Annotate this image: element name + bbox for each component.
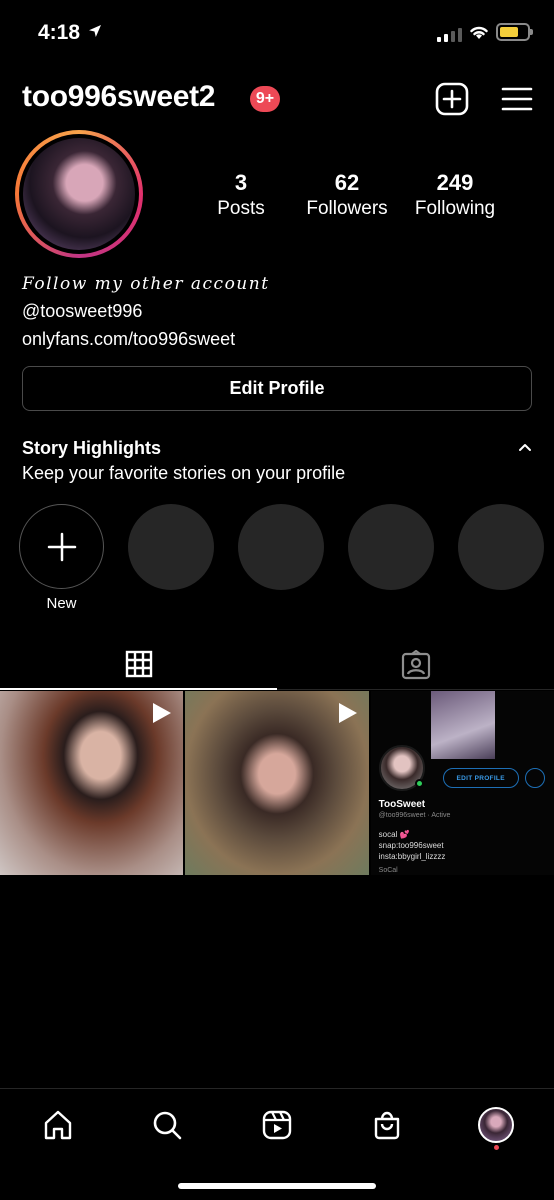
search-icon: [153, 1111, 182, 1140]
stat-value: 249: [436, 170, 474, 195]
stat-value: 62: [334, 170, 360, 195]
profile-header: too996sweet2 9+: [0, 76, 554, 122]
menu-icon[interactable]: [500, 82, 534, 116]
tab-posts-grid[interactable]: [0, 640, 277, 690]
stat-value: 3: [234, 170, 248, 195]
notification-badge[interactable]: 9+: [250, 86, 280, 112]
embedded-handle: @too996sweet · Active: [378, 812, 451, 819]
new-highlight-label: New: [46, 595, 77, 612]
nav-search[interactable]: [147, 1105, 187, 1145]
battery-icon: [496, 23, 533, 41]
profile-avatar-icon: [478, 1107, 514, 1143]
stat-label: Followers: [306, 198, 388, 219]
stat-label: Posts: [217, 198, 265, 219]
reels-icon: [262, 1110, 292, 1140]
wifi-icon: [470, 26, 488, 39]
highlights-subtitle: Keep your favorite stories on your profi…: [22, 463, 346, 483]
stat-posts[interactable]: 3 Posts: [186, 170, 296, 220]
shop-icon: [374, 1111, 400, 1140]
stat-label: Following: [414, 198, 496, 219]
post-thumbnail[interactable]: [0, 691, 184, 875]
nav-profile[interactable]: [476, 1105, 516, 1145]
activity-dot: [494, 1145, 499, 1150]
highlight-placeholder: [348, 504, 434, 590]
tagged-icon: [401, 649, 430, 679]
highlight-placeholder: [128, 504, 214, 590]
plus-icon: [47, 532, 76, 561]
username[interactable]: too996sweet2: [22, 80, 215, 114]
nav-reels[interactable]: [257, 1105, 297, 1145]
highlights-title: Story Highlights: [22, 438, 161, 458]
online-dot: [414, 779, 424, 788]
embedded-bio-line: socal 💕: [378, 830, 410, 839]
edit-profile-button[interactable]: Edit Profile: [22, 366, 532, 411]
embedded-bio-line: insta:bbygirl_lizzzz: [378, 852, 446, 861]
cellular-signal-icon: [437, 26, 462, 42]
embedded-share-icon: [524, 768, 545, 788]
embedded-location: SoCal: [378, 867, 398, 874]
embedded-handle-text: @too996sweet: [378, 812, 426, 819]
new-highlight-button[interactable]: [19, 504, 104, 589]
post-thumbnail[interactable]: EDIT PROFILE TooSweet @too996sweet · Act…: [370, 691, 554, 875]
avatar-image: [23, 138, 135, 250]
bio-website-link[interactable]: onlyfans.com/too996sweet: [22, 329, 532, 350]
bio-mention-link[interactable]: @toosweet996: [22, 301, 532, 322]
highlight-placeholder: [238, 504, 324, 590]
embedded-status: Active: [431, 812, 451, 819]
chevron-up-icon[interactable]: [518, 442, 532, 452]
status-bar: 4:18: [0, 0, 554, 66]
highlight-placeholder: [458, 504, 544, 590]
tab-tagged[interactable]: [277, 640, 554, 690]
stat-following[interactable]: 249 Following: [400, 170, 510, 220]
nav-home[interactable]: [38, 1105, 78, 1145]
profile-tabs: [0, 640, 554, 690]
embedded-bio: socal 💕 snap:too996sweet insta:bbygirl_l…: [379, 829, 446, 862]
embedded-photo: [430, 691, 495, 759]
stat-followers[interactable]: 62 Followers: [292, 170, 402, 220]
embedded-edit-profile: EDIT PROFILE: [442, 768, 519, 788]
post-thumbnail[interactable]: [185, 691, 369, 875]
new-post-icon[interactable]: [435, 82, 469, 116]
embedded-bio-line: snap:too996sweet: [378, 841, 444, 850]
play-icon: [153, 703, 172, 723]
location-arrow-icon: [89, 25, 101, 37]
nav-shop[interactable]: [367, 1105, 407, 1145]
profile-avatar[interactable]: [15, 130, 143, 258]
bio-fancy-line: Follow my other account: [22, 274, 270, 294]
home-icon: [44, 1110, 72, 1140]
profile-bio: Follow my other account @toosweet996 onl…: [22, 274, 532, 350]
play-icon: [338, 703, 357, 723]
home-indicator[interactable]: [178, 1183, 376, 1189]
embedded-name: TooSweet: [378, 799, 426, 810]
posts-grid: EDIT PROFILE TooSweet @too996sweet · Act…: [0, 691, 554, 875]
status-time: 4:18: [38, 21, 81, 44]
grid-icon: [125, 650, 152, 678]
